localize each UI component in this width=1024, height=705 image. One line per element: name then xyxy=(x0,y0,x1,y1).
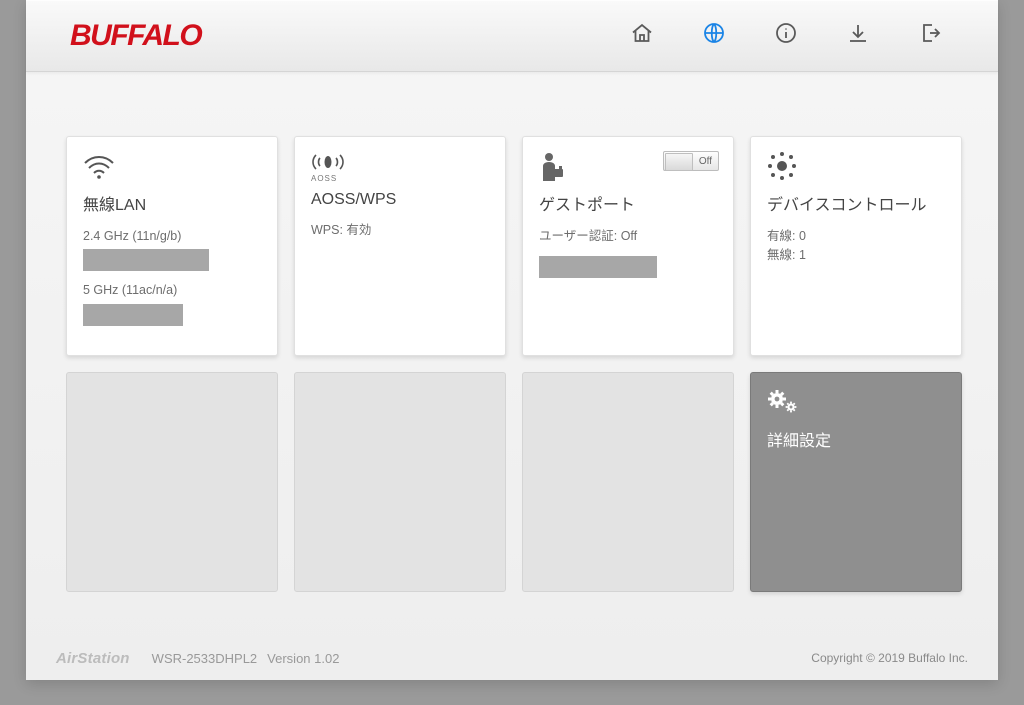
devices-icon xyxy=(767,151,945,185)
card-title: 詳細設定 xyxy=(767,427,945,451)
wlan-5-ssid-masked xyxy=(83,304,183,326)
footer-bar: AirStation WSR-2533DHPL2 Version 1.02 Co… xyxy=(26,636,998,680)
product-line: AirStation xyxy=(56,650,130,667)
card-title: デバイスコントロール xyxy=(767,191,945,215)
gears-icon xyxy=(767,387,945,421)
wlan-24-label: 2.4 GHz (11n/g/b) xyxy=(83,227,261,246)
aoss-icon: AOSS xyxy=(311,151,489,185)
guest-toggle[interactable]: Off xyxy=(663,151,719,171)
wifi-icon xyxy=(83,151,261,185)
dashboard-grid: 無線LAN 2.4 GHz (11n/g/b) 5 GHz (11ac/n/a)… xyxy=(66,136,958,592)
wireless-count: 無線: 1 xyxy=(767,246,945,265)
card-wireless-lan[interactable]: 無線LAN 2.4 GHz (11n/g/b) 5 GHz (11ac/n/a) xyxy=(66,136,278,356)
wps-status: WPS: 有効 xyxy=(311,221,489,240)
wlan-5-label: 5 GHz (11ac/n/a) xyxy=(83,281,261,300)
nav-download-button[interactable] xyxy=(822,0,894,72)
nav-globe-button[interactable] xyxy=(678,0,750,72)
guest-toggle-label: Off xyxy=(699,156,712,167)
logout-icon xyxy=(918,21,942,50)
nav-logout-button[interactable] xyxy=(894,0,966,72)
globe-icon xyxy=(702,21,726,50)
card-title: AOSS/WPS xyxy=(311,191,489,209)
header-bar: BUFFALO xyxy=(26,0,998,72)
aoss-sub-label: AOSS xyxy=(311,174,337,183)
card-empty-1 xyxy=(66,372,278,592)
brand-logo: BUFFALO xyxy=(70,19,201,53)
home-icon xyxy=(630,21,654,50)
card-device-control[interactable]: デバイスコントロール 有線: 0 無線: 1 xyxy=(750,136,962,356)
guest-auth-status: ユーザー認証: Off xyxy=(539,227,717,246)
info-icon xyxy=(774,21,798,50)
app-window: BUFFALO xyxy=(26,0,998,680)
copyright: Copyright © 2019 Buffalo Inc. xyxy=(811,651,968,665)
card-title: 無線LAN xyxy=(83,191,261,215)
guest-ssid-masked xyxy=(539,256,657,278)
firmware-version: Version 1.02 xyxy=(267,651,339,666)
download-icon xyxy=(846,21,870,50)
card-empty-2 xyxy=(294,372,506,592)
card-title: ゲストポート xyxy=(539,191,717,215)
wlan-24-ssid-masked xyxy=(83,249,209,271)
model-number: WSR-2533DHPL2 xyxy=(152,651,258,666)
nav-info-button[interactable] xyxy=(750,0,822,72)
wired-count: 有線: 0 xyxy=(767,227,945,246)
content-area: 無線LAN 2.4 GHz (11n/g/b) 5 GHz (11ac/n/a)… xyxy=(26,72,998,636)
card-aoss-wps[interactable]: AOSS AOSS/WPS WPS: 有効 xyxy=(294,136,506,356)
nav-home-button[interactable] xyxy=(606,0,678,72)
card-empty-3 xyxy=(522,372,734,592)
card-guest-port[interactable]: Off ゲストポート ユーザー認証: Off xyxy=(522,136,734,356)
card-advanced-settings[interactable]: 詳細設定 xyxy=(750,372,962,592)
